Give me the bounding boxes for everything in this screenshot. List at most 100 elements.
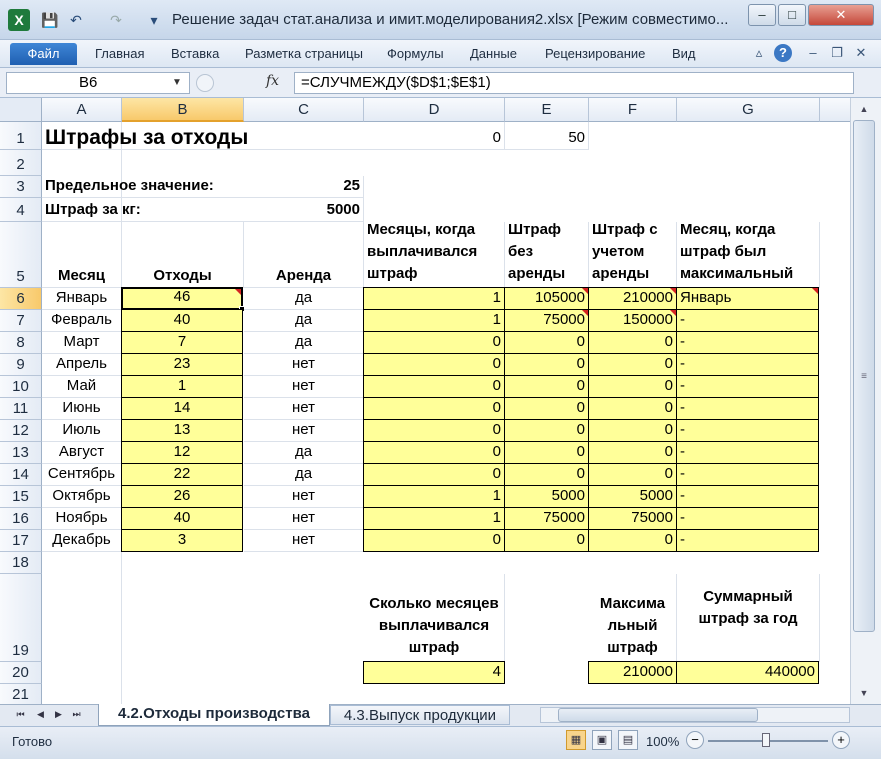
cell-waste[interactable]: 7 <box>121 331 243 354</box>
cell-month[interactable]: Декабрь <box>42 530 122 552</box>
cell-fine-with-rent[interactable]: 150000 <box>588 309 677 332</box>
cell-fine-no-rent[interactable]: 0 <box>504 331 589 354</box>
cell-fine-paid[interactable]: 1 <box>363 485 505 508</box>
cell-e1[interactable]: 50 <box>505 122 589 150</box>
cell-month[interactable]: Апрель <box>42 354 122 376</box>
page-break-view-icon[interactable]: ▤ <box>618 730 638 750</box>
header-waste[interactable]: Отходы <box>122 222 244 288</box>
insert-function-icon[interactable]: fx <box>266 73 290 93</box>
cell-rent[interactable]: да <box>244 310 364 332</box>
name-box-dropdown-icon[interactable]: ▼ <box>172 72 188 94</box>
cell-fine-no-rent[interactable]: 0 <box>504 463 589 486</box>
cell-rent[interactable]: да <box>244 464 364 486</box>
tab-view[interactable]: Вид <box>672 46 696 61</box>
workbook-close-icon[interactable]: ✕ <box>852 44 870 62</box>
next-sheet-icon[interactable]: ▶ <box>52 706 65 722</box>
cell-month[interactable]: Июль <box>42 420 122 442</box>
worksheet-grid[interactable]: A B C D E F G 1 2 3 4 5 6 7 8 9 10 11 12… <box>0 98 850 704</box>
column-header-h[interactable] <box>820 98 850 122</box>
cell-fine-with-rent[interactable]: 0 <box>588 463 677 486</box>
row-header[interactable]: 14 <box>0 464 42 486</box>
row-header[interactable]: 1 <box>0 122 42 150</box>
cell-month[interactable]: Январь <box>42 288 122 310</box>
cell-fine-no-rent[interactable]: 0 <box>504 441 589 464</box>
workbook-minimize-icon[interactable]: – <box>804 44 822 62</box>
cell-fine-with-rent[interactable]: 0 <box>588 419 677 442</box>
tab-home[interactable]: Главная <box>95 46 144 61</box>
fine-value[interactable]: 5000 <box>244 198 364 222</box>
cell-fine-paid[interactable]: 0 <box>363 441 505 464</box>
cell-fine-paid[interactable]: 1 <box>363 309 505 332</box>
scroll-up-icon[interactable]: ▲ <box>853 100 875 118</box>
cell-waste[interactable]: 26 <box>121 485 243 508</box>
tab-formulas[interactable]: Формулы <box>387 46 444 61</box>
header-rent[interactable]: Аренда <box>244 222 364 288</box>
row-header[interactable]: 16 <box>0 508 42 530</box>
cell-month[interactable]: Октябрь <box>42 486 122 508</box>
formula-input[interactable]: =СЛУЧМЕЖДУ($D$1;$E$1) <box>294 72 854 94</box>
cell-fine-paid[interactable]: 0 <box>363 331 505 354</box>
first-sheet-icon[interactable]: ⏮ <box>14 706 27 722</box>
cell-waste[interactable]: 14 <box>121 397 243 420</box>
cell-fine-with-rent[interactable]: 210000 <box>588 287 677 310</box>
tab-file[interactable]: Файл <box>10 43 77 65</box>
cell-fine-paid[interactable]: 0 <box>363 353 505 376</box>
summary-max-value[interactable]: 210000 <box>588 661 677 684</box>
scroll-down-icon[interactable]: ▼ <box>853 684 875 702</box>
cell-rent[interactable]: нет <box>244 420 364 442</box>
comment-indicator-icon[interactable] <box>812 288 818 294</box>
last-sheet-icon[interactable]: ⏭ <box>70 706 83 722</box>
cell-max-month[interactable]: - <box>676 419 819 442</box>
redo-icon[interactable]: ↷ <box>106 10 126 30</box>
cell-waste[interactable]: 46 <box>121 287 245 312</box>
row-header[interactable]: 9 <box>0 354 42 376</box>
cell-fine-with-rent[interactable]: 0 <box>588 353 677 376</box>
column-header-a[interactable]: A <box>42 98 122 122</box>
row-header[interactable]: 5 <box>0 222 42 288</box>
cell-max-month[interactable]: Январь <box>676 287 819 310</box>
header-max-month[interactable]: Месяц, когда штраф был максимальный <box>677 221 820 288</box>
workbook-restore-icon[interactable]: ❐ <box>828 44 846 62</box>
cell-month[interactable]: Февраль <box>42 310 122 332</box>
cell-rent[interactable]: нет <box>244 530 364 552</box>
cell-month[interactable]: Март <box>42 332 122 354</box>
excel-app-icon[interactable]: X <box>8 9 30 31</box>
page-layout-view-icon[interactable]: ▣ <box>592 730 612 750</box>
zoom-slider-thumb[interactable] <box>762 733 770 747</box>
cell-fine-no-rent[interactable]: 0 <box>504 397 589 420</box>
cell-max-month[interactable]: - <box>676 507 819 530</box>
undo-icon[interactable]: ↶ <box>66 10 86 30</box>
cell-fine-paid[interactable]: 0 <box>363 375 505 398</box>
tab-data[interactable]: Данные <box>470 46 517 61</box>
cell-fine-paid[interactable]: 1 <box>363 507 505 530</box>
column-header-e[interactable]: E <box>505 98 589 122</box>
cell-waste[interactable]: 12 <box>121 441 243 464</box>
tab-insert[interactable]: Вставка <box>171 46 219 61</box>
cell-rent[interactable]: нет <box>244 398 364 420</box>
column-header-d[interactable]: D <box>364 98 505 122</box>
name-box[interactable]: B6 <box>6 72 190 94</box>
maximize-button[interactable]: □ <box>778 4 806 26</box>
tab-page-layout[interactable]: Разметка страницы <box>245 46 363 61</box>
cell-rent[interactable]: да <box>244 332 364 354</box>
cell-waste[interactable]: 13 <box>121 419 243 442</box>
cell-fine-paid[interactable]: 0 <box>363 529 505 552</box>
cell-fine-with-rent[interactable]: 0 <box>588 529 677 552</box>
cell-max-month[interactable]: - <box>676 375 819 398</box>
cell-fine-no-rent[interactable]: 0 <box>504 529 589 552</box>
cell-fine-with-rent[interactable]: 0 <box>588 397 677 420</box>
row-header[interactable]: 18 <box>0 552 42 574</box>
cell-rent[interactable]: нет <box>244 354 364 376</box>
column-header-f[interactable]: F <box>589 98 677 122</box>
minimize-ribbon-icon[interactable]: ▵ <box>750 44 768 62</box>
cell-fine-with-rent[interactable]: 0 <box>588 441 677 464</box>
zoom-in-button[interactable]: + <box>832 731 850 749</box>
summary-months-label[interactable]: Сколько месяцев выплачивался штраф <box>364 574 505 662</box>
cell-fine-paid[interactable]: 0 <box>363 463 505 486</box>
cell-fine-paid[interactable]: 0 <box>363 397 505 420</box>
cell-rent[interactable]: да <box>244 442 364 464</box>
limit-label[interactable]: Предельное значение: <box>42 176 244 198</box>
zoom-out-button[interactable]: − <box>686 731 704 749</box>
help-icon[interactable]: ? <box>774 44 792 62</box>
header-fine-no-rent[interactable]: Штраф без аренды <box>505 221 589 288</box>
